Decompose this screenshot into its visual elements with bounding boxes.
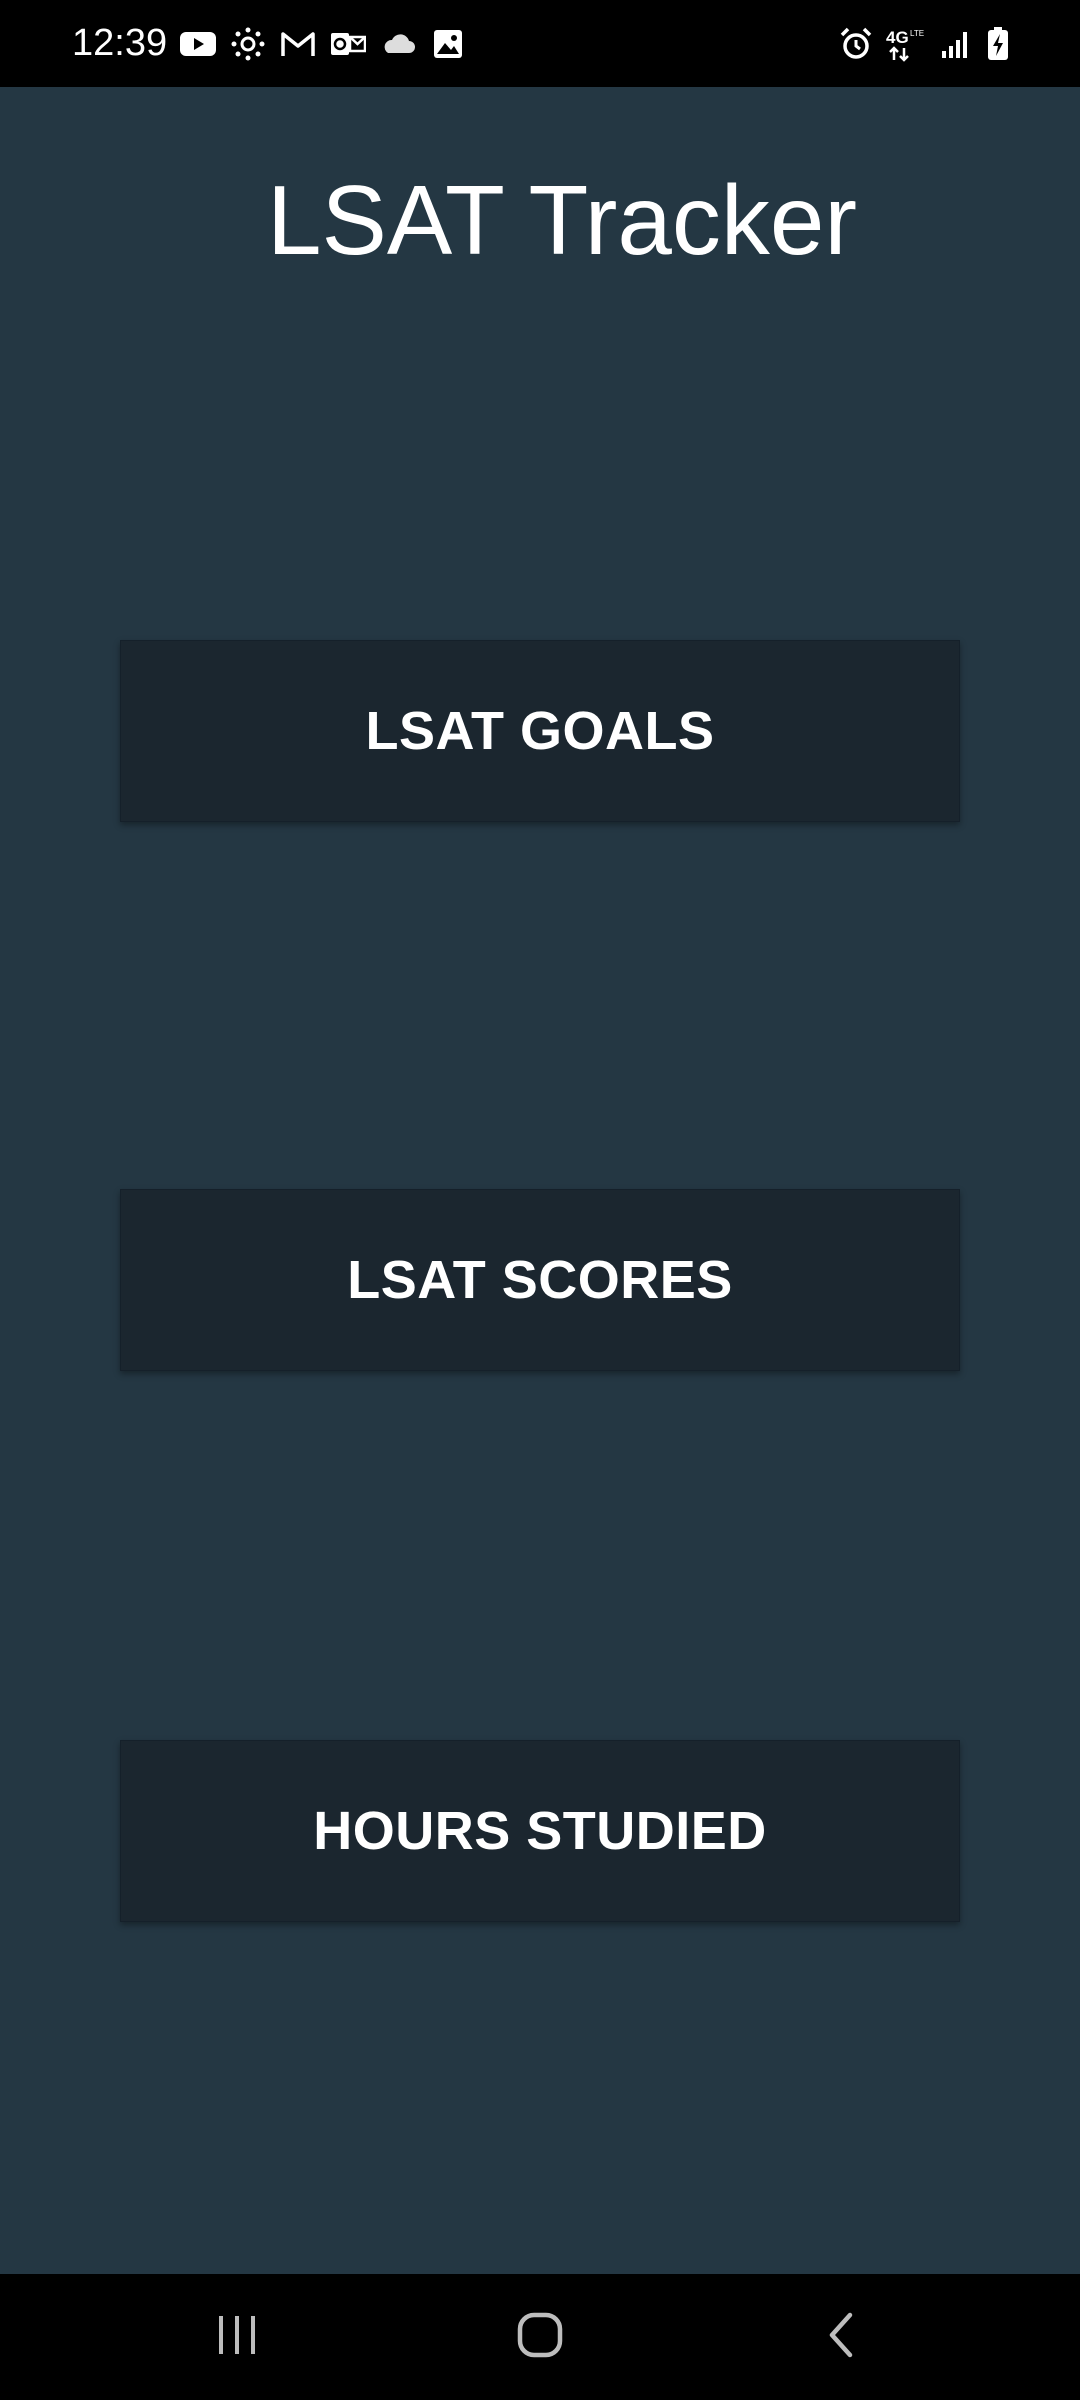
home-icon	[515, 2310, 565, 2365]
back-button[interactable]	[762, 2274, 922, 2400]
hours-studied-label: HOURS STUDIED	[313, 1801, 767, 1861]
battery-charging-icon	[986, 26, 1010, 62]
svg-text:4G: 4G	[886, 28, 909, 47]
youtube-icon	[180, 26, 216, 62]
onedrive-icon	[380, 26, 416, 62]
outlook-icon	[330, 26, 366, 62]
svg-text:LTE: LTE	[910, 29, 924, 38]
recents-icon	[214, 2312, 260, 2363]
recents-button[interactable]	[157, 2274, 317, 2400]
lsat-scores-button[interactable]: LSAT SCORES	[120, 1189, 960, 1371]
gmail-icon	[280, 26, 316, 62]
signal-icon	[938, 26, 974, 62]
navigation-bar	[0, 2274, 1080, 2400]
canvas-icon	[230, 26, 266, 62]
notification-icons	[180, 0, 466, 87]
lsat-goals-label: LSAT GOALS	[365, 701, 715, 761]
hours-studied-button[interactable]: HOURS STUDIED	[120, 1740, 960, 1922]
lsat-goals-button[interactable]: LSAT GOALS	[120, 640, 960, 822]
status-bar: 12:39 4G LTE	[0, 0, 1080, 87]
4g-lte-icon: 4G LTE	[886, 26, 926, 62]
gallery-icon	[430, 26, 466, 62]
home-button[interactable]	[460, 2274, 620, 2400]
alarm-icon	[838, 26, 874, 62]
status-time: 12:39	[72, 22, 168, 64]
lsat-scores-label: LSAT SCORES	[347, 1250, 733, 1310]
app-screen: 12:39 4G LTE LSAT Tracker LSAT GOALS LSA…	[0, 0, 1080, 2400]
back-icon	[822, 2310, 862, 2365]
app-title: LSAT Tracker	[266, 165, 857, 275]
system-icons: 4G LTE	[838, 0, 1010, 87]
